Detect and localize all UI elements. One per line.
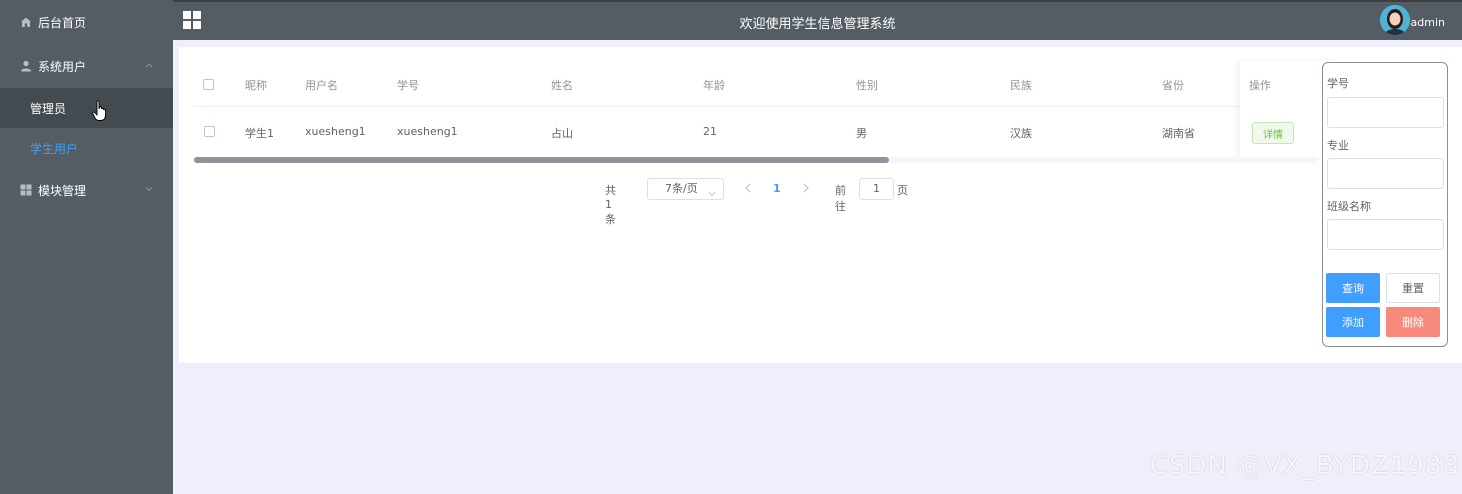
col-header-student-id: 学号 xyxy=(397,79,419,92)
col-header-username: 用户名 xyxy=(305,79,338,92)
chevron-down-icon xyxy=(708,185,716,197)
data-table: 昵称 用户名 学号 姓名 年龄 性别 民族 省份 学生1 xuesheng1 x… xyxy=(194,61,1335,158)
cell-username: xuesheng1 xyxy=(305,125,366,138)
chevron-up-icon xyxy=(143,59,155,71)
horizontal-scrollbar[interactable] xyxy=(194,157,1317,163)
sidebar-item-label: 学生用户 xyxy=(30,141,79,156)
sidebar-item-admin[interactable]: 管理员 xyxy=(0,88,173,128)
col-header-nickname: 昵称 xyxy=(245,79,267,92)
col-header-age: 年龄 xyxy=(703,79,725,92)
home-icon xyxy=(20,16,32,28)
sidebar-item-label: 管理员 xyxy=(30,101,67,116)
major-input[interactable] xyxy=(1327,158,1444,189)
page-size-select[interactable]: 7条/页 xyxy=(647,178,724,200)
user-name[interactable]: admin xyxy=(1411,16,1445,29)
detail-button[interactable]: 详情 xyxy=(1252,122,1294,144)
add-button[interactable]: 添加 xyxy=(1326,307,1380,337)
page-unit-label: 页 xyxy=(897,184,908,197)
next-page-icon[interactable] xyxy=(801,181,811,195)
major-label: 专业 xyxy=(1327,139,1349,152)
student-id-label: 学号 xyxy=(1327,77,1349,90)
prev-page-icon[interactable] xyxy=(743,181,753,195)
cell-age: 21 xyxy=(703,125,717,138)
cell-province: 湖南省 xyxy=(1162,127,1195,140)
table-row[interactable]: 学生1 xuesheng1 xuesheng1 占山 21 男 汉族 湖南省 xyxy=(194,107,1317,157)
page-title: 欢迎使用学生信息管理系统 xyxy=(739,17,896,32)
page-jump-input[interactable]: 1 xyxy=(859,178,894,200)
col-header-province: 省份 xyxy=(1162,79,1184,92)
reset-button[interactable]: 重置 xyxy=(1386,273,1440,303)
hand-cursor-icon xyxy=(92,100,108,122)
select-all-checkbox[interactable] xyxy=(203,79,214,90)
cell-student-id: xuesheng1 xyxy=(397,125,458,138)
avatar[interactable] xyxy=(1380,5,1410,35)
sidebar-item-label: 后台首页 xyxy=(38,15,87,30)
sidebar-item-module-mgmt[interactable]: 模块管理 xyxy=(0,168,173,212)
cell-gender: 男 xyxy=(856,127,867,140)
table-header: 昵称 用户名 学号 姓名 年龄 性别 民族 省份 xyxy=(194,61,1317,107)
sidebar-item-system-users[interactable]: 系统用户 xyxy=(0,44,173,88)
cell-ethnicity: 汉族 xyxy=(1010,127,1032,140)
scrollbar-thumb[interactable] xyxy=(194,157,889,163)
fixed-operation-column: 操作 详情 xyxy=(1240,61,1335,158)
cell-name: 占山 xyxy=(551,127,573,140)
sidebar: 后台首页 系统用户 管理员 学生用户 模块管理 xyxy=(0,0,173,494)
sidebar-item-label: 系统用户 xyxy=(38,59,87,74)
sidebar-item-student-users[interactable]: 学生用户 xyxy=(0,128,173,168)
grid-icon xyxy=(20,184,32,196)
cell-nickname: 学生1 xyxy=(245,127,274,140)
sidebar-item-home[interactable]: 后台首页 xyxy=(0,0,173,44)
class-name-input[interactable] xyxy=(1327,219,1444,250)
user-icon xyxy=(20,60,32,72)
row-checkbox[interactable] xyxy=(204,126,215,137)
sidebar-item-label: 模块管理 xyxy=(38,183,87,198)
pagination-total: 共 1 条 xyxy=(605,184,616,226)
chevron-down-icon xyxy=(143,183,155,195)
delete-button[interactable]: 删除 xyxy=(1386,307,1440,337)
main-card: 昵称 用户名 学号 姓名 年龄 性别 民族 省份 学生1 xuesheng1 x… xyxy=(179,47,1462,363)
col-header-gender: 性别 xyxy=(856,79,878,92)
col-header-operation: 操作 xyxy=(1249,79,1271,92)
search-panel: 学号 专业 班级名称 查询 重置 添加 删除 xyxy=(1322,62,1448,347)
page-number-current[interactable]: 1 xyxy=(773,182,781,195)
col-header-name: 姓名 xyxy=(551,79,573,92)
class-name-label: 班级名称 xyxy=(1327,200,1371,213)
col-header-ethnicity: 民族 xyxy=(1010,79,1032,92)
query-button[interactable]: 查询 xyxy=(1326,273,1380,303)
top-header: 欢迎使用学生信息管理系统 admin xyxy=(173,0,1462,40)
watermark: CSDN @VX_BYDZ1988 xyxy=(1149,451,1460,481)
student-id-input[interactable] xyxy=(1327,97,1444,128)
goto-label: 前往 xyxy=(835,184,846,213)
page-size-value: 7条/页 xyxy=(665,182,698,195)
